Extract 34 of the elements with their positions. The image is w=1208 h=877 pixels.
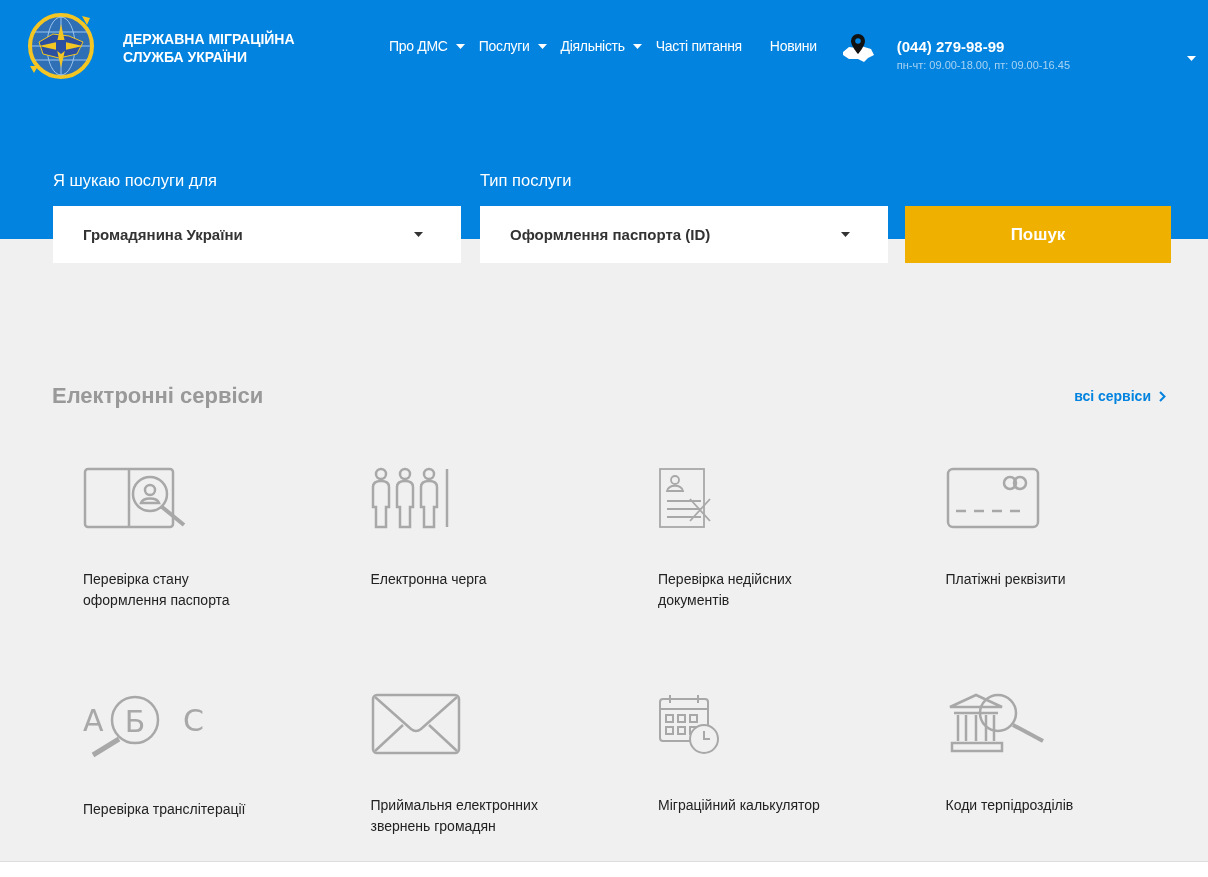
- crossed-document-icon[interactable]: [658, 467, 714, 529]
- org-name: СЛУЖБА УКРАЇНИ: [123, 48, 248, 66]
- emblem-logo[interactable]: [26, 10, 96, 82]
- service-link[interactable]: Платіжні реквізити: [945, 569, 1136, 590]
- service-link[interactable]: Перевірка недійсних документів: [658, 569, 848, 611]
- envelope-icon[interactable]: [370, 693, 461, 755]
- service-link[interactable]: Перевірка транслітерації: [83, 799, 273, 820]
- service-type-dropdown[interactable]: Оформлення паспорта (ID): [480, 206, 888, 263]
- working-hours: пн-чт: 09.00-18.00, пт: 09.00-16.45: [896, 59, 1070, 71]
- chevron-right-icon: [1159, 390, 1166, 402]
- caret-icon: [414, 232, 423, 237]
- service-link[interactable]: Приймальня електронних звернень громадян: [370, 795, 561, 837]
- org-name: ДЕРЖАВНА МІГРАЦІЙНА: [123, 30, 296, 48]
- people-queue-icon[interactable]: [370, 467, 449, 529]
- phone-number: (044) 279-98-99: [896, 38, 1006, 55]
- audience-dropdown[interactable]: Громадянина України: [53, 206, 461, 263]
- caret-icon[interactable]: [1187, 56, 1196, 61]
- service-link[interactable]: Перевірка стану оформлення паспорта: [83, 569, 273, 611]
- nav-link[interactable]: Діяльність: [560, 38, 642, 54]
- bank-card-icon[interactable]: [945, 467, 1040, 529]
- nav-link[interactable]: Часті питання: [655, 38, 742, 54]
- nav-link[interactable]: Послуги: [478, 38, 547, 54]
- map-pin-icon[interactable]: [840, 32, 875, 64]
- nav-link[interactable]: Новини: [769, 38, 817, 54]
- field-label: Я шукаю послуги для: [53, 171, 218, 190]
- calendar-clock-icon[interactable]: [658, 693, 720, 755]
- passport-magnifier-icon[interactable]: [83, 467, 187, 529]
- caret-icon: [841, 232, 850, 237]
- service-link[interactable]: Міграційний калькулятор: [658, 795, 848, 816]
- nav-link[interactable]: Про ДМС: [389, 38, 465, 54]
- field-label: Тип послуги: [480, 171, 573, 190]
- section-title: Електронні сервіси: [52, 383, 264, 409]
- service-link[interactable]: Коди терпідрозділів: [945, 795, 1136, 816]
- service-link[interactable]: Електронна черга: [370, 569, 561, 590]
